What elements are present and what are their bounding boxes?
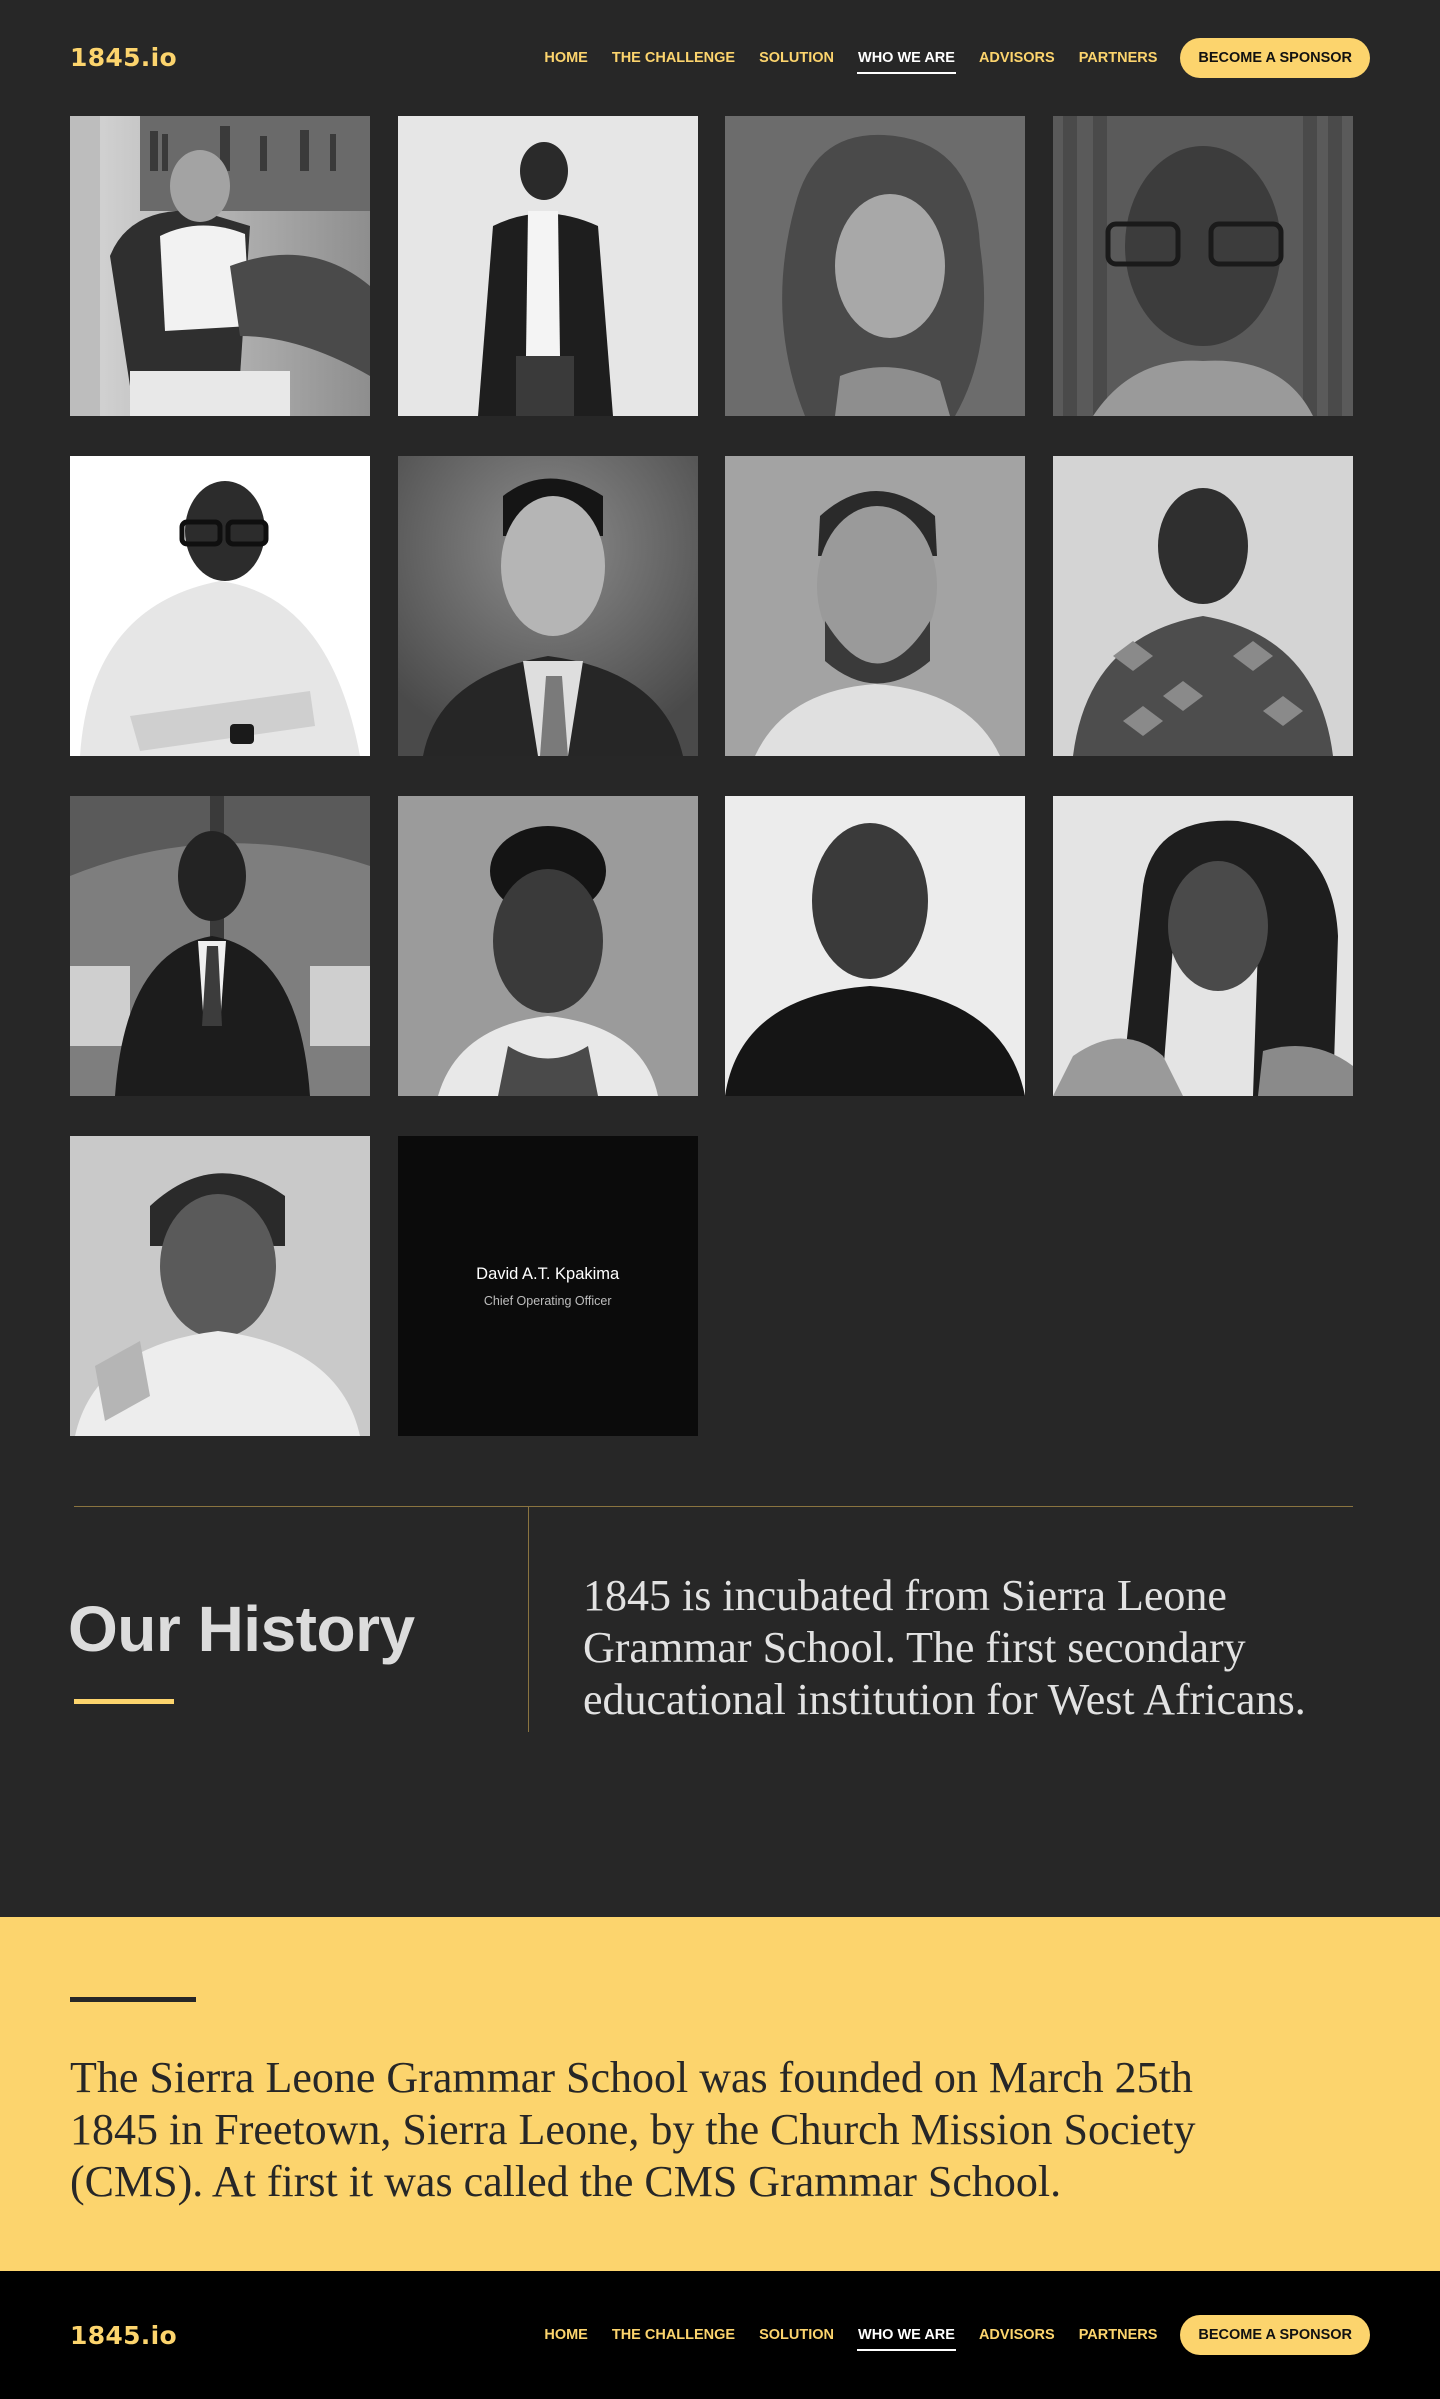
team-member-photo[interactable] (70, 456, 370, 756)
nav-the-challenge[interactable]: THE CHALLENGE (611, 46, 736, 70)
team-member-photo[interactable] (1053, 796, 1354, 1096)
team-member-photo[interactable] (1053, 456, 1354, 756)
team-photo-image (397, 116, 698, 416)
team-member-photo[interactable] (397, 796, 698, 1096)
member-role: Chief Operating Officer (483, 1293, 612, 1308)
team-photo-image (70, 1136, 370, 1436)
footer-become-sponsor-button[interactable]: BECOME A SPONSOR (1180, 2315, 1370, 2355)
team-grid: David A.T. Kpakima Chief Operating Offic… (70, 116, 1354, 1436)
footer-nav-solution[interactable]: SOLUTION (758, 2323, 835, 2347)
team-photo-image (725, 796, 1026, 1096)
footer-logo[interactable]: 1845.io (70, 2321, 177, 2350)
team-member-photo[interactable] (725, 116, 1026, 416)
team-photo-image (397, 796, 698, 1096)
nav-menu: HOME THE CHALLENGE SOLUTION WHO WE ARE A… (543, 37, 1370, 78)
footer-nav-home[interactable]: HOME (543, 2323, 589, 2347)
featured-member-card[interactable]: David A.T. Kpakima Chief Operating Offic… (397, 1136, 698, 1436)
footer-nav-the-challenge[interactable]: THE CHALLENGE (611, 2323, 736, 2347)
team-photo-image (1053, 456, 1354, 756)
team-member-photo[interactable] (397, 116, 698, 416)
founding-text: The Sierra Leone Grammar School was foun… (70, 2053, 1196, 2206)
become-sponsor-button[interactable]: BECOME A SPONSOR (1180, 37, 1370, 78)
team-member-photo[interactable] (1053, 116, 1354, 416)
footer-nav-advisors[interactable]: ADVISORS (978, 2323, 1056, 2347)
team-member-photo[interactable] (70, 796, 370, 1096)
top-navigation: 1845.io HOME THE CHALLENGE SOLUTION WHO … (0, 0, 1440, 115)
team-member-photo[interactable] (397, 456, 698, 756)
nav-partners[interactable]: PARTNERS (1078, 46, 1159, 70)
history-title: Our History (68, 1593, 415, 1665)
title-underline (74, 1699, 174, 1704)
footer-navigation: 1845.io HOME THE CHALLENGE SOLUTION WHO … (0, 2271, 1440, 2399)
founding-band: The Sierra Leone Grammar School was foun… (0, 1917, 1440, 2271)
team-photo-image (397, 456, 698, 756)
column-divider (528, 1506, 529, 1732)
section-divider (74, 1506, 1353, 1507)
team-photo-image (1053, 116, 1354, 416)
footer-nav-partners[interactable]: PARTNERS (1078, 2323, 1159, 2347)
footer-nav-who-we-are[interactable]: WHO WE ARE (857, 2323, 956, 2351)
team-member-photo[interactable] (725, 796, 1026, 1096)
team-photo-image (70, 456, 370, 756)
band-accent-line (70, 1997, 196, 2002)
history-intro: 1845 is incubated from Sierra Leone Gram… (583, 1571, 1306, 1724)
member-name: David A.T. Kpakima (476, 1264, 620, 1283)
team-member-photo[interactable] (70, 116, 370, 416)
team-photo-image (725, 456, 1026, 756)
footer-menu: HOME THE CHALLENGE SOLUTION WHO WE ARE A… (543, 2315, 1370, 2355)
nav-who-we-are[interactable]: WHO WE ARE (857, 46, 956, 74)
nav-solution[interactable]: SOLUTION (758, 46, 835, 70)
site-logo[interactable]: 1845.io (70, 43, 177, 72)
team-member-photo[interactable] (725, 456, 1026, 756)
nav-home[interactable]: HOME (543, 46, 589, 70)
team-member-photo[interactable] (70, 1136, 370, 1436)
team-photo-image (70, 116, 370, 416)
team-photo-image (70, 796, 370, 1096)
nav-advisors[interactable]: ADVISORS (978, 46, 1056, 70)
team-photo-image (725, 116, 1026, 416)
team-photo-image (1053, 796, 1354, 1096)
